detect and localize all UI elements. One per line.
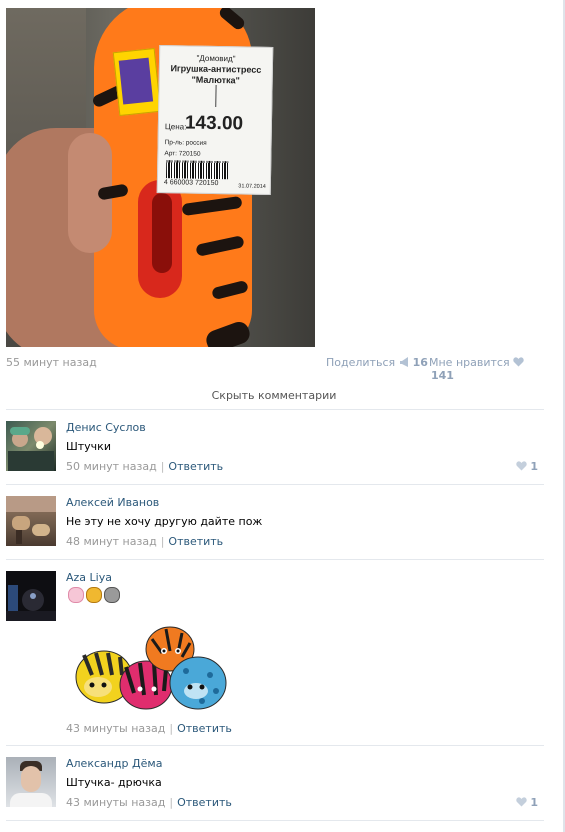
heart-icon xyxy=(513,357,524,367)
price-tag-producer: Пр-ль: россия xyxy=(164,139,207,147)
comment-author[interactable]: Алексей Иванов xyxy=(66,496,159,509)
post-photo[interactable]: "Домовид" Игрушка-антистресс "Малютка" Ц… xyxy=(6,8,315,347)
reply-button[interactable]: Ответить xyxy=(168,535,223,548)
comment-author[interactable]: Денис Суслов xyxy=(66,421,146,434)
avatar[interactable] xyxy=(6,571,56,621)
comment-text: Штучка- дрючка xyxy=(66,776,162,789)
comment-separator xyxy=(6,409,544,410)
share-button[interactable]: Поделиться 16 xyxy=(326,356,428,369)
price-tag-divider xyxy=(215,85,217,108)
price-tag-article: Арт: 720150 xyxy=(164,150,201,158)
reply-button[interactable]: Ответить xyxy=(177,796,232,809)
heart-icon xyxy=(515,461,527,471)
comment-separator xyxy=(6,484,544,485)
tiger-face-icon xyxy=(86,587,102,603)
comment-author[interactable]: Aza Liya xyxy=(66,571,112,584)
heart-icon xyxy=(515,797,527,807)
comment-like-count: 1 xyxy=(530,796,538,809)
comment-time[interactable]: 43 минуты назад xyxy=(66,796,165,809)
hide-comments-link[interactable]: Скрыть комментарии xyxy=(6,389,542,402)
barcode-number: 4 660003 720150 xyxy=(163,179,219,188)
tiger-toys-sticker xyxy=(75,626,227,710)
avatar[interactable] xyxy=(6,421,56,471)
barcode xyxy=(165,160,229,180)
comment: Денис Суслов Штучки 50 минут назад | Ответ… xyxy=(6,421,544,481)
price-tag-price-label: Цена: xyxy=(164,122,187,132)
comment: Aza Liya 43 минуты назад | Ответить xyxy=(6,571,544,741)
share-count: 16 xyxy=(412,356,428,369)
comment-author[interactable]: Александр Дёма xyxy=(66,757,162,770)
comment-meta: 48 минут назад | Ответить xyxy=(66,535,224,548)
like-label: Мне нравится xyxy=(429,356,510,369)
comment-separator xyxy=(6,559,544,560)
post-footer: 55 минут назад Поделиться 16 Мне нравитс… xyxy=(6,355,538,382)
price-tag-name: Игрушка-антистресс xyxy=(170,63,262,75)
comment: Алексей Иванов Не эту не хочу другую дай… xyxy=(6,496,544,556)
comment-meta: 50 минут назад | Ответить xyxy=(66,460,224,473)
comment-text: Не эту не хочу другую дайте пож xyxy=(66,515,263,528)
wolf-face-icon xyxy=(104,587,120,603)
toy-brand-label xyxy=(112,47,162,117)
comment-meta: 43 минуты назад | Ответить xyxy=(66,796,232,809)
comment-separator xyxy=(6,820,544,821)
comment-time[interactable]: 43 минуты назад xyxy=(66,722,165,735)
comment-meta: 43 минуты назад | Ответить xyxy=(66,722,232,735)
price-tag: "Домовид" Игрушка-антистресс "Малютка" Ц… xyxy=(156,45,274,195)
price-tag-date: 31.07.2014 xyxy=(238,183,266,190)
comment-separator xyxy=(6,745,544,746)
reply-button[interactable]: Ответить xyxy=(168,460,223,473)
comment-text: Штучки xyxy=(66,440,111,453)
toy-mouth-inner xyxy=(152,193,172,273)
like-button[interactable]: Мне нравится 141 xyxy=(429,356,538,382)
like-count: 141 xyxy=(431,369,454,382)
comment-time[interactable]: 50 минут назад xyxy=(66,460,157,473)
comment-like-button[interactable]: 1 xyxy=(515,796,538,809)
cat-face-icon xyxy=(68,587,84,603)
megaphone-icon xyxy=(399,357,408,367)
comment: Александр Дёма Штучка- дрючка 43 минуты … xyxy=(6,757,544,817)
avatar[interactable] xyxy=(6,757,56,807)
share-label: Поделиться xyxy=(326,356,396,369)
price-tag-price: 143.00 xyxy=(184,112,244,135)
comment-time[interactable]: 48 минут назад xyxy=(66,535,157,548)
reply-button[interactable]: Ответить xyxy=(177,722,232,735)
avatar[interactable] xyxy=(6,496,56,546)
comment-like-button[interactable]: 1 xyxy=(515,460,538,473)
post-time[interactable]: 55 минут назад xyxy=(6,356,97,369)
comment-like-count: 1 xyxy=(530,460,538,473)
